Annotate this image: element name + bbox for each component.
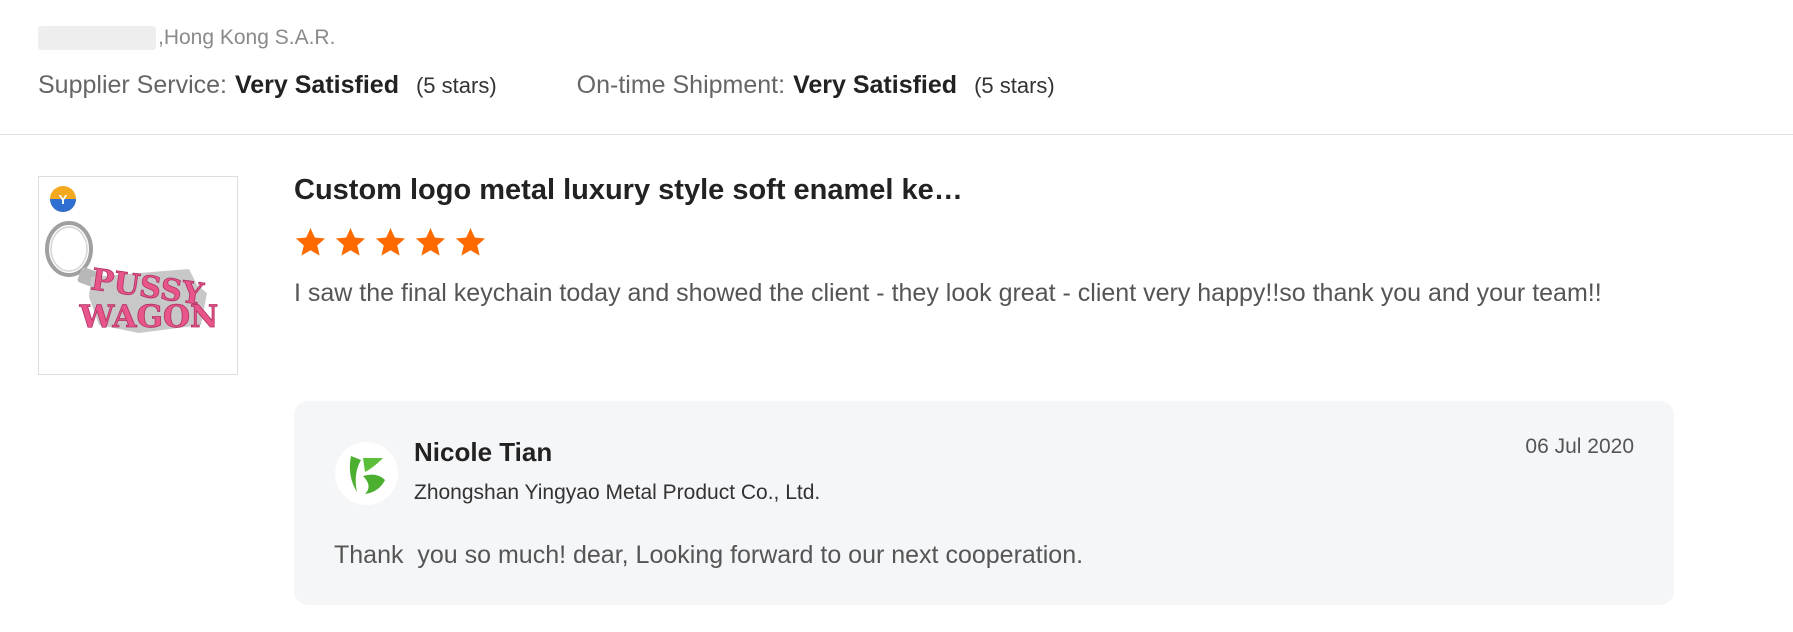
star-icon	[295, 228, 326, 256]
keychain-image: Y PUSSY WAGON	[45, 186, 219, 335]
ratings-row: Supplier Service: Very Satisfied (5 star…	[38, 71, 1055, 100]
reply-company-name: Zhongshan Yingyao Metal Product Co., Ltd…	[414, 481, 821, 504]
ontime-shipment-label: On-time Shipment:	[576, 71, 786, 99]
review-header: ,Hong Kong S.A.R. Supplier Service: Very…	[0, 0, 1793, 135]
supplier-service-value: Very Satisfied	[234, 71, 399, 99]
reviewer-location: ,Hong Kong S.A.R.	[38, 26, 335, 50]
star-icon	[455, 228, 486, 256]
product-title[interactable]: Custom logo metal luxury style soft enam…	[294, 172, 1674, 208]
company-logo-icon	[349, 455, 385, 494]
product-thumbnail[interactable]: Y PUSSY WAGON	[38, 176, 238, 375]
ontime-shipment-rating: On-time Shipment: Very Satisfied (5 star…	[577, 71, 1055, 100]
thumbnail-line-2: WAGON	[79, 299, 219, 335]
ontime-shipment-stars: (5 stars)	[974, 73, 1055, 98]
supplier-service-label: Supplier Service:	[38, 71, 227, 99]
star-icon	[335, 228, 366, 256]
reply-text: Thank you so much! dear, Looking forward…	[334, 541, 1084, 569]
supplier-reply: Nicole Tian Zhongshan Yingyao Metal Prod…	[294, 401, 1674, 605]
reply-date: 06 Jul 2020	[1525, 435, 1634, 458]
svg-text:Y: Y	[59, 192, 68, 207]
review-body: Custom logo metal luxury style soft enam…	[294, 172, 1674, 311]
supplier-service-stars: (5 stars)	[415, 73, 497, 98]
reply-author-name: Nicole Tian	[414, 437, 553, 467]
divider	[0, 134, 1793, 135]
blurred-reviewer-name	[38, 26, 156, 50]
ontime-shipment-value: Very Satisfied	[793, 71, 958, 99]
location-text: ,Hong Kong S.A.R.	[158, 26, 336, 49]
review-text: I saw the final keychain today and showe…	[294, 279, 1602, 307]
star-icon	[375, 228, 406, 256]
star-rating	[294, 226, 1674, 260]
star-icon	[415, 228, 446, 256]
supplier-service-rating: Supplier Service: Very Satisfied (5 star…	[38, 71, 497, 100]
supplier-avatar	[335, 442, 398, 505]
